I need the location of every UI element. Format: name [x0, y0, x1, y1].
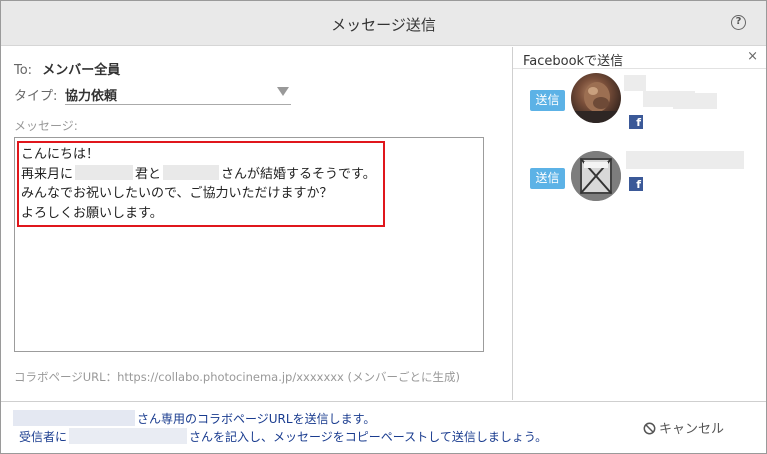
type-select[interactable]: 協力依頼 — [65, 83, 291, 105]
to-label: To: — [14, 63, 33, 78]
dialog-title: メッセージ送信 — [331, 16, 436, 34]
avatar — [571, 151, 621, 201]
footer: さん専用のコラボページURLを送信します。 受信者に さんを記入し、メッセージをコ… — [1, 401, 766, 453]
title-bar: メッセージ送信 ? — [1, 1, 766, 46]
message-dialog: メッセージ送信 ? To: メンバー全員 タイプ: 協力依頼 メッセージ: こん… — [0, 0, 767, 454]
footer-line-2-part-b: さんを記入し、メッセージをコピーペーストして送信しましょう。 — [189, 430, 548, 444]
close-icon[interactable]: × — [747, 49, 758, 64]
message-label: メッセージ: — [14, 119, 78, 133]
collabo-url-note: コラボページURL：https://collabo.photocinema.jp… — [14, 370, 460, 384]
blurred-name — [69, 428, 188, 444]
blurred-name — [13, 410, 135, 426]
triangle-down-icon — [277, 87, 289, 96]
cancel-label: キャンセル — [659, 422, 725, 437]
message-textarea[interactable]: こんにちは！ 再来月に 君と さんが結婚するそうです。 みんなでお祝いしたいので、ご… — [14, 137, 484, 352]
facebook-icon[interactable]: f — [629, 177, 643, 191]
help-icon[interactable]: ? — [731, 15, 746, 30]
facebook-panel-title: Facebookで送信 — [523, 54, 624, 69]
footer-line-2-part-a: 受信者に — [19, 430, 68, 444]
compose-panel: To: メンバー全員 タイプ: 協力依頼 メッセージ: こんにちは！ 再来月に君… — [1, 47, 512, 400]
blurred-name — [626, 151, 744, 169]
cancel-button[interactable]: キャンセル — [643, 418, 724, 437]
type-selected-value: 協力依頼 — [65, 89, 118, 104]
blurred-name — [673, 93, 717, 109]
to-value: メンバー全員 — [42, 63, 121, 78]
type-label: タイプ: — [14, 89, 58, 104]
footer-line-1-text: さん専用のコラボページURLを送信します。 — [137, 412, 376, 426]
type-row: タイプ: 協力依頼 — [14, 85, 291, 105]
footer-line-1: さん専用のコラボページURLを送信します。 — [13, 410, 375, 427]
facebook-icon[interactable]: f — [629, 115, 643, 129]
blurred-name — [624, 75, 646, 91]
facebook-contact: 送信 f — [513, 151, 766, 211]
facebook-panel-header: Facebookで送信 × — [513, 47, 766, 69]
send-button[interactable]: 送信 — [530, 168, 565, 189]
facebook-panel: Facebookで送信 × 送信 f 送信 f — [512, 47, 766, 400]
avatar — [571, 73, 621, 123]
highlight-box — [17, 141, 385, 227]
send-button[interactable]: 送信 — [530, 90, 565, 111]
facebook-contact: 送信 f — [513, 73, 766, 133]
footer-line-2: 受信者に さんを記入し、メッセージをコピーペーストして送信しましょう。 — [19, 428, 547, 445]
prohibited-icon — [643, 422, 656, 435]
to-row: To: メンバー全員 — [14, 59, 120, 78]
